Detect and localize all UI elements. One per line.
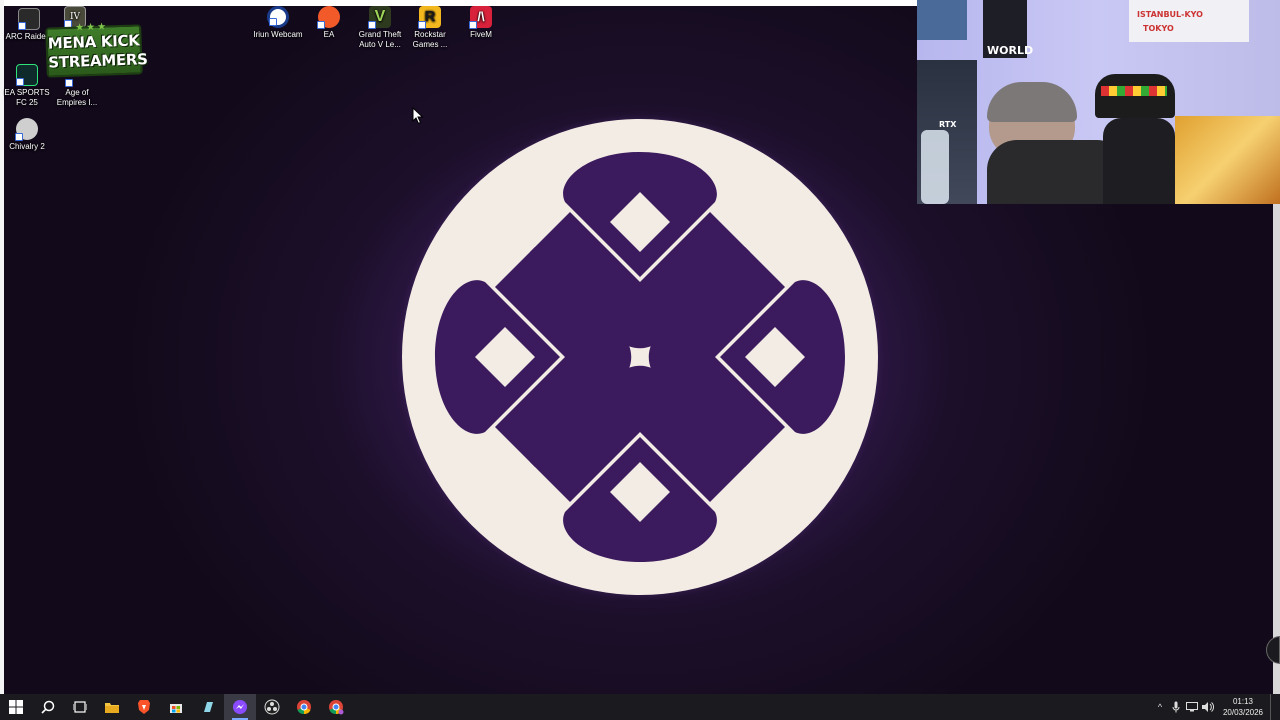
show-desktop-button[interactable] [1270, 694, 1280, 720]
water-bottle [921, 130, 949, 204]
hat-pattern [1101, 86, 1167, 96]
desktop-icon-fivem[interactable]: /\ FiveM [454, 6, 508, 40]
wall-poster: WORLD [983, 0, 1033, 58]
windows-start-icon [9, 700, 23, 714]
brave-browser-icon [138, 700, 150, 714]
desktop-icon-chivalry-2[interactable]: Chivalry 2 [0, 118, 54, 152]
desktop-icon-label: Chivalry 2 [9, 142, 45, 151]
desktop-icon-rockstar-games[interactable]: R Rockstar Games ... [403, 6, 457, 50]
desktop-icon-iriun-webcam[interactable]: Iriun Webcam [251, 6, 305, 40]
microphone-icon[interactable] [1168, 694, 1184, 720]
bucket-hat [1095, 74, 1175, 118]
ea-icon [317, 6, 340, 29]
desktop-icon-label: Iriun Webcam [253, 30, 303, 39]
start-button[interactable] [0, 694, 32, 720]
beanie [987, 82, 1077, 122]
search-button[interactable] [32, 694, 64, 720]
messenger-icon [233, 700, 247, 714]
desktop-icon-age-of-empires[interactable]: Age of Empires I... [50, 64, 104, 108]
taskbar-messenger[interactable] [224, 694, 256, 720]
taskbar: ^ 01:13 20/03/2026 [0, 694, 1280, 720]
notepad-icon [204, 702, 213, 712]
taskbar-clock[interactable]: 01:13 20/03/2026 [1216, 696, 1270, 718]
taskbar-obs[interactable] [256, 694, 288, 720]
system-tray: ^ 01:13 20/03/2026 [1152, 694, 1280, 720]
network-icon[interactable] [1184, 694, 1200, 720]
chrome-profile-icon [329, 700, 344, 715]
desktop-icon-label: FiveM [470, 30, 492, 39]
obs-icon [264, 699, 280, 715]
taskbar-chrome[interactable] [288, 694, 320, 720]
file-explorer-icon [105, 703, 119, 713]
task-view-icon [73, 701, 87, 713]
task-view-button[interactable] [64, 694, 96, 720]
taskbar-file-explorer[interactable] [96, 694, 128, 720]
desktop-icon-label: Grand Theft Auto V Le... [358, 30, 402, 49]
desktop-icon-label: EA SPORTS FC 25 [4, 88, 50, 107]
right-scroll-edge [1273, 204, 1280, 694]
rockstar-games-icon: R [418, 6, 441, 29]
wallpaper-logo [396, 113, 884, 601]
search-icon [41, 700, 55, 714]
mouse-cursor-icon [412, 107, 424, 125]
age-of-empires-icon [65, 64, 88, 87]
desktop-icon-ea[interactable]: EA [302, 6, 356, 40]
gta-v-icon: V [368, 6, 391, 29]
desktop-icon-ea-sports-fc25[interactable]: EA SPORTS FC 25 [0, 64, 54, 108]
taskbar-brave[interactable] [128, 694, 160, 720]
clock-time: 01:13 [1232, 697, 1254, 706]
arc-raiders-icon [18, 8, 40, 30]
store-icon [170, 704, 182, 713]
wall-poster [1175, 116, 1280, 204]
taskbar-chrome-profile[interactable] [320, 694, 352, 720]
taskbar-notepad[interactable] [192, 694, 224, 720]
gaming-chair [1103, 118, 1175, 204]
volume-icon[interactable] [1200, 694, 1216, 720]
wall-poster [917, 0, 967, 40]
side-panel-toggle[interactable] [1266, 636, 1280, 664]
fivem-icon: /\ [469, 6, 492, 29]
desktop-icon-gta-v[interactable]: V Grand Theft Auto V Le... [353, 6, 407, 50]
chrome-icon [297, 700, 311, 715]
chivalry-2-icon [15, 118, 38, 141]
clock-date: 20/03/2026 [1222, 708, 1264, 717]
iriun-webcam-icon [267, 6, 289, 28]
ea-sports-fc-icon [16, 64, 38, 86]
desktop-icon-label: EA [323, 30, 335, 39]
tray-overflow-chevron-icon[interactable]: ^ [1152, 694, 1168, 720]
wall-poster: ISTANBUL-KYO TOKYO [1129, 0, 1249, 42]
webcam-overlay: WORLD ISTANBUL-KYO TOKYO RTX [917, 0, 1280, 204]
desktop-icon-label: Rockstar Games ... [412, 30, 448, 49]
taskbar-store[interactable] [160, 694, 192, 720]
desktop-icon-label: Age of Empires I... [56, 88, 98, 107]
